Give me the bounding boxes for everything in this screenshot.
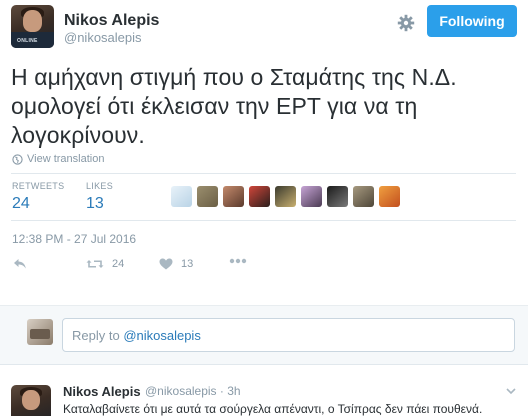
view-translation-link[interactable]: View translation bbox=[12, 153, 104, 165]
more-button[interactable] bbox=[229, 258, 247, 264]
like-button[interactable]: 13 bbox=[159, 258, 193, 270]
liker-avatar-9[interactable] bbox=[379, 186, 400, 207]
chevron-down-icon bbox=[506, 388, 516, 395]
retweets-label: RETWEETS bbox=[12, 181, 65, 191]
current-user-avatar bbox=[27, 319, 53, 345]
heart-icon bbox=[159, 258, 173, 270]
liker-avatar-5[interactable] bbox=[275, 186, 296, 207]
reply-icon bbox=[14, 259, 26, 269]
current-user-avatar-detail bbox=[30, 329, 50, 339]
reply-author-avatar[interactable] bbox=[11, 385, 51, 416]
liker-avatar-7[interactable] bbox=[327, 186, 348, 207]
liker-avatars bbox=[171, 186, 405, 207]
liker-avatar-2[interactable] bbox=[197, 186, 218, 207]
retweets-stat[interactable]: RETWEETS 24 bbox=[12, 181, 64, 213]
author-name[interactable]: Nikos Alepis bbox=[64, 12, 159, 30]
reply-tweet[interactable]: Nikos Alepis @nikosalepis · 3h Καταλαβαί… bbox=[0, 366, 528, 416]
avatar-face bbox=[23, 10, 42, 32]
liker-avatar-3[interactable] bbox=[223, 186, 244, 207]
like-action-count: 13 bbox=[181, 258, 194, 270]
reply-author-meta: @nikosalepis · 3h bbox=[145, 384, 241, 398]
tweet-text: Η αμήχανη στιγμή που ο Σταμάτης της Ν.Δ.… bbox=[11, 64, 457, 148]
liker-avatar-1[interactable] bbox=[171, 186, 192, 207]
settings-gear-button[interactable] bbox=[396, 13, 416, 33]
reply-avatar-face bbox=[22, 390, 40, 410]
likes-label: LIKES bbox=[86, 181, 114, 191]
reply-button[interactable] bbox=[13, 258, 27, 270]
retweet-icon bbox=[86, 260, 104, 268]
view-translation-label: View translation bbox=[27, 153, 105, 165]
liker-avatar-8[interactable] bbox=[353, 186, 374, 207]
liker-avatar-6[interactable] bbox=[301, 186, 322, 207]
reply-placeholder-handle: @nikosalepis bbox=[123, 328, 201, 343]
tweet-timestamp[interactable]: 12:38 PM - 27 Jul 2016 bbox=[12, 232, 136, 246]
likes-stat[interactable]: LIKES 13 bbox=[86, 181, 113, 213]
retweet-action-count: 24 bbox=[112, 258, 125, 270]
reply-placeholder-prefix: Reply to bbox=[72, 328, 124, 343]
reply-options-button[interactable] bbox=[505, 384, 517, 396]
reply-input[interactable]: Reply to @nikosalepis bbox=[62, 318, 515, 352]
reply-section: Reply to @nikosalepis bbox=[0, 305, 528, 365]
liker-avatar-4[interactable] bbox=[249, 186, 270, 207]
gear-icon bbox=[397, 14, 415, 32]
retweet-button[interactable]: 24 bbox=[86, 258, 124, 270]
globe-icon bbox=[12, 153, 23, 165]
likes-count: 13 bbox=[86, 195, 104, 212]
reply-author-name[interactable]: Nikos Alepis bbox=[63, 384, 141, 399]
author-handle[interactable]: @nikosalepis bbox=[64, 30, 142, 45]
more-dots-icon bbox=[229, 258, 247, 264]
tweet-card: ONLINE Nikos Alepis @nikosalepis Followi… bbox=[0, 0, 528, 305]
divider-top bbox=[11, 173, 516, 174]
divider-bottom bbox=[11, 220, 516, 221]
author-avatar[interactable]: ONLINE bbox=[11, 5, 54, 48]
following-button[interactable]: Following bbox=[427, 5, 517, 37]
reply-tweet-text: Καταλαβαίνετε ότι με αυτά τα σούργελα απ… bbox=[63, 402, 483, 416]
retweets-count: 24 bbox=[12, 195, 30, 212]
avatar-shirt-text: ONLINE bbox=[17, 38, 38, 44]
